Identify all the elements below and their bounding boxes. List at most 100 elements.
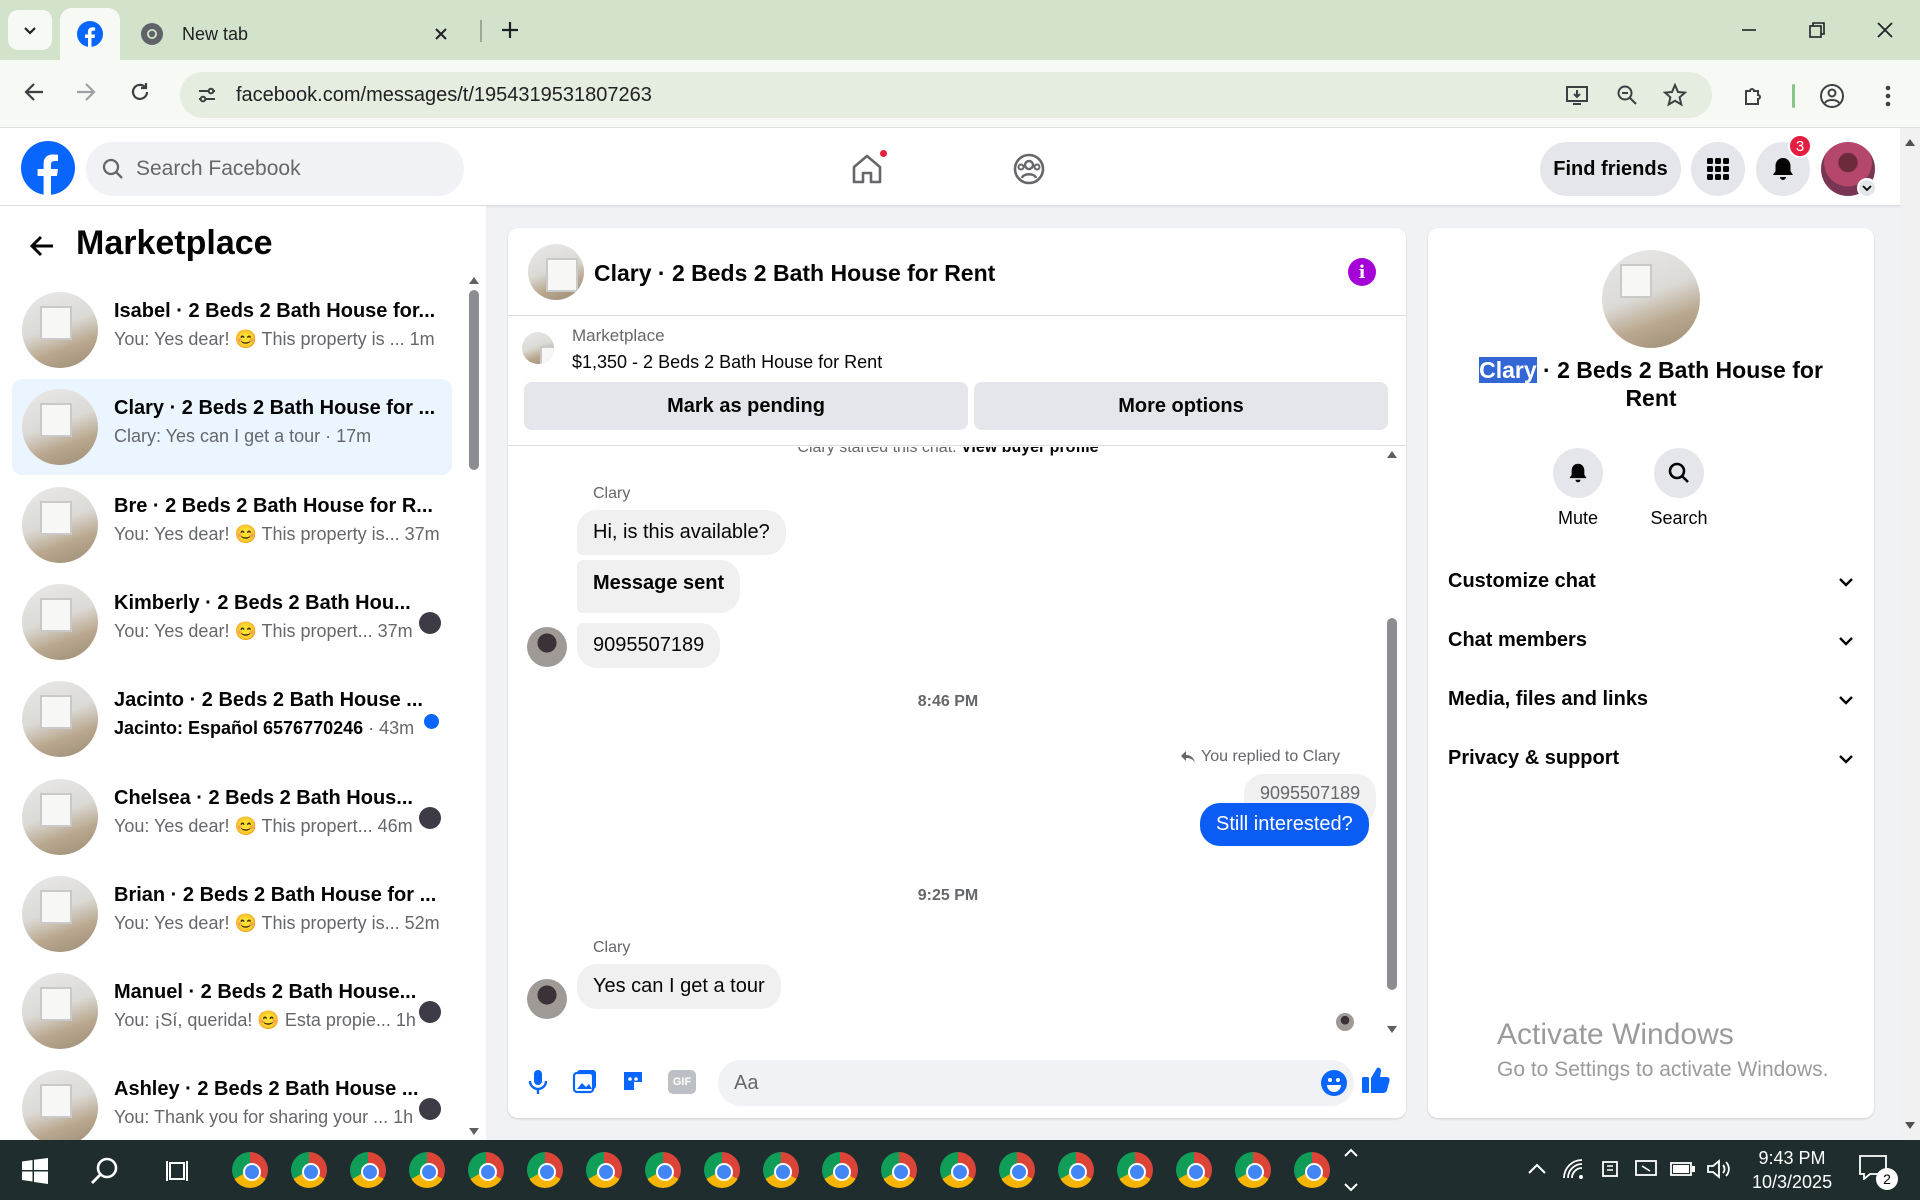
- conversation-item[interactable]: Chelsea · 2 Beds 2 Bath Hous... You: Yes …: [12, 769, 452, 865]
- listing-title[interactable]: $1,350 - 2 Beds 2 Bath House for Rent: [572, 352, 882, 373]
- chrome-taskbar-icon[interactable]: [586, 1152, 622, 1188]
- address-bar[interactable]: facebook.com/messages/t/1954319531807263: [180, 72, 1712, 118]
- chrome-taskbar-icon[interactable]: [704, 1152, 740, 1188]
- chrome-taskbar-icon[interactable]: [881, 1152, 917, 1188]
- my-message-bubble[interactable]: Still interested?: [1200, 803, 1369, 846]
- details-avatar[interactable]: [1602, 250, 1700, 348]
- chat-title[interactable]: Clary · 2 Beds 2 Bath House for Rent: [594, 260, 995, 287]
- conversation-scrollbar[interactable]: [466, 276, 482, 1136]
- chevron-up-icon[interactable]: [1344, 1148, 1358, 1158]
- chat-members-section[interactable]: Chat members: [1448, 629, 1854, 652]
- tray-expand-icon[interactable]: [1528, 1162, 1546, 1174]
- install-app-button[interactable]: [1558, 76, 1596, 114]
- chrome-taskbar-icon[interactable]: [1294, 1152, 1330, 1188]
- media-files-links-section[interactable]: Media, files and links: [1448, 688, 1854, 711]
- conversation-info-button[interactable]: i: [1348, 258, 1376, 286]
- volume-icon[interactable]: [1706, 1158, 1732, 1180]
- account-avatar[interactable]: [1821, 142, 1877, 198]
- view-buyer-profile-link[interactable]: View buyer profile: [961, 447, 1099, 456]
- search-icon[interactable]: [90, 1156, 120, 1186]
- battery-icon[interactable]: [1670, 1160, 1696, 1178]
- meet-icon[interactable]: [1600, 1158, 1622, 1180]
- listing-avatar[interactable]: [528, 244, 584, 300]
- message-input[interactable]: Aa: [718, 1060, 1354, 1106]
- chrome-taskbar-icon[interactable]: [1235, 1152, 1271, 1188]
- message-bubble[interactable]: 9095507189: [577, 623, 721, 668]
- chrome-taskbar-icon[interactable]: [645, 1152, 681, 1188]
- tab-new-tab[interactable]: New tab: [128, 8, 466, 60]
- minimize-button[interactable]: [1726, 8, 1772, 52]
- listing-thumb[interactable]: [522, 332, 554, 364]
- search-conversation-button[interactable]: Search: [1626, 448, 1732, 529]
- message-bubble[interactable]: Yes can I get a tour: [577, 964, 781, 1009]
- more-options-button[interactable]: More options: [974, 382, 1388, 430]
- chrome-taskbar-icon[interactable]: [940, 1152, 976, 1188]
- sender-avatar[interactable]: [527, 979, 567, 1019]
- conversation-item[interactable]: Brian · 2 Beds 2 Bath House for ... You: …: [12, 866, 452, 962]
- sender-avatar[interactable]: [527, 627, 567, 667]
- close-window-button[interactable]: [1862, 8, 1908, 52]
- message-bubble[interactable]: Message sent: [577, 560, 741, 613]
- facebook-logo-icon[interactable]: [21, 141, 75, 195]
- scrollbar-thumb[interactable]: [469, 290, 479, 470]
- mark-pending-button[interactable]: Mark as pending: [524, 382, 968, 430]
- conversation-item[interactable]: Jacinto · 2 Beds 2 Bath House ... Jacinto…: [12, 671, 452, 767]
- back-button[interactable]: [22, 226, 62, 266]
- bookmark-button[interactable]: [1656, 76, 1694, 114]
- tab-search-button[interactable]: [8, 10, 52, 50]
- page-scrollbar[interactable]: [1900, 128, 1920, 1140]
- restore-button[interactable]: [1794, 8, 1840, 52]
- clock[interactable]: 9:43 PM 10/3/2025: [1752, 1146, 1832, 1194]
- site-info-button[interactable]: [184, 72, 230, 118]
- new-tab-button[interactable]: [492, 12, 528, 48]
- chrome-menu-button[interactable]: [1868, 76, 1908, 116]
- sticker-icon[interactable]: [620, 1068, 646, 1094]
- chrome-taskbar-icon[interactable]: [409, 1152, 445, 1188]
- zoom-button[interactable]: [1608, 76, 1646, 114]
- gif-icon[interactable]: GIF: [668, 1070, 696, 1094]
- chevron-down-icon[interactable]: [1344, 1182, 1358, 1192]
- emoji-icon[interactable]: [1320, 1069, 1348, 1097]
- notifications-button[interactable]: 3: [1756, 134, 1812, 196]
- profile-button[interactable]: [1812, 76, 1852, 116]
- display-icon[interactable]: [1634, 1158, 1658, 1180]
- conversation-item[interactable]: Kimberly · 2 Beds 2 Bath Hou... You: Yes …: [12, 574, 452, 670]
- message-bubble[interactable]: Hi, is this available?: [577, 510, 786, 555]
- menu-button[interactable]: [1691, 142, 1745, 196]
- microphone-icon[interactable]: [526, 1068, 550, 1096]
- chrome-taskbar-icon[interactable]: [527, 1152, 563, 1188]
- customize-chat-section[interactable]: Customize chat: [1448, 570, 1854, 593]
- windows-start-icon[interactable]: [22, 1158, 48, 1184]
- photo-icon[interactable]: [572, 1068, 598, 1094]
- chrome-taskbar-icon[interactable]: [1117, 1152, 1153, 1188]
- action-center-button[interactable]: 2: [1858, 1154, 1898, 1190]
- tab-facebook[interactable]: [60, 8, 120, 60]
- mute-button[interactable]: Mute: [1536, 448, 1620, 529]
- scrollbar-thumb[interactable]: [1387, 618, 1397, 990]
- conversation-item[interactable]: Bre · 2 Beds 2 Bath House for R... You: Y…: [12, 477, 452, 573]
- chrome-taskbar-icon[interactable]: [763, 1152, 799, 1188]
- chrome-taskbar-icon[interactable]: [1176, 1152, 1212, 1188]
- conversation-item[interactable]: Clary · 2 Beds 2 Bath House for ... Clary…: [12, 379, 452, 476]
- chrome-taskbar-icon[interactable]: [350, 1152, 386, 1188]
- extensions-button[interactable]: [1734, 76, 1774, 116]
- conversation-item[interactable]: Isabel · 2 Beds 2 Bath House for... You: …: [12, 282, 452, 378]
- conversation-item[interactable]: Manuel · 2 Beds 2 Bath House... You: ¡Sí,…: [12, 963, 452, 1059]
- chrome-taskbar-icon[interactable]: [999, 1152, 1035, 1188]
- thread-scrollbar[interactable]: [1384, 450, 1400, 1034]
- back-button[interactable]: [14, 72, 54, 112]
- nav-friends[interactable]: [1002, 142, 1056, 196]
- thumbs-up-icon[interactable]: [1360, 1064, 1392, 1096]
- chrome-taskbar-icon[interactable]: [232, 1152, 268, 1188]
- facebook-search-input[interactable]: Search Facebook: [86, 142, 464, 196]
- chrome-taskbar-icon[interactable]: [1058, 1152, 1094, 1188]
- reload-button[interactable]: [120, 72, 160, 112]
- privacy-support-section[interactable]: Privacy & support: [1448, 747, 1854, 770]
- chrome-taskbar-icon[interactable]: [468, 1152, 504, 1188]
- task-view-icon[interactable]: [166, 1158, 192, 1184]
- nav-home[interactable]: [840, 142, 894, 196]
- chrome-taskbar-icon[interactable]: [291, 1152, 327, 1188]
- wifi-icon[interactable]: [1562, 1158, 1584, 1180]
- forward-button[interactable]: [66, 72, 106, 112]
- chrome-taskbar-icon[interactable]: [822, 1152, 858, 1188]
